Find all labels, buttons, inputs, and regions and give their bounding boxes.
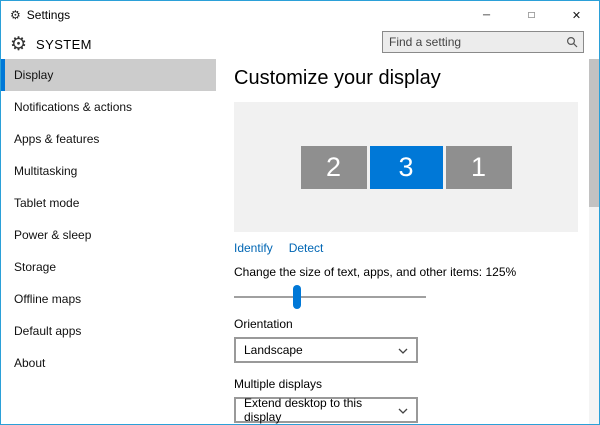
page-title: SYSTEM [36, 37, 92, 52]
system-gear-icon: ⚙ [10, 35, 27, 54]
multiple-displays-dropdown[interactable]: Extend desktop to this display [234, 397, 418, 423]
scale-slider[interactable] [234, 285, 426, 309]
search-input[interactable] [383, 35, 561, 49]
scrollbar[interactable] [589, 59, 599, 424]
sidebar-item-offline-maps[interactable]: Offline maps [1, 283, 216, 315]
sidebar-item-notifications[interactable]: Notifications & actions [1, 91, 216, 123]
sidebar-item-multitasking[interactable]: Multitasking [1, 155, 216, 187]
orientation-dropdown[interactable]: Landscape [234, 337, 418, 363]
page-header: ⚙ SYSTEM [1, 29, 599, 59]
window-controls: ─ □ ✕ [464, 1, 599, 29]
settings-gear-icon: ⚙ [10, 8, 21, 22]
sidebar-item-default-apps[interactable]: Default apps [1, 315, 216, 347]
close-button[interactable]: ✕ [554, 1, 599, 29]
search-box[interactable] [382, 31, 584, 53]
orientation-label: Orientation [234, 317, 599, 331]
maximize-button[interactable]: □ [509, 1, 554, 29]
chevron-down-icon [398, 403, 408, 417]
main-content: Customize your display 2 3 1 Identify De… [216, 59, 599, 424]
monitor-2[interactable]: 2 [301, 146, 367, 189]
search-icon[interactable] [561, 36, 583, 48]
body-area: Display Notifications & actions Apps & f… [1, 59, 599, 424]
monitor-3[interactable]: 3 [370, 146, 443, 189]
detect-link[interactable]: Detect [289, 241, 324, 255]
window-title: Settings [27, 8, 70, 22]
sidebar-item-about[interactable]: About [1, 347, 216, 379]
chevron-down-icon [398, 343, 408, 357]
monitor-links: Identify Detect [234, 241, 599, 255]
multiple-displays-value: Extend desktop to this display [244, 396, 398, 424]
titlebar: ⚙ Settings ─ □ ✕ [1, 1, 599, 29]
sidebar: Display Notifications & actions Apps & f… [1, 59, 216, 424]
identify-link[interactable]: Identify [234, 241, 273, 255]
content-heading: Customize your display [234, 67, 599, 90]
slider-thumb[interactable] [293, 285, 301, 309]
sidebar-item-power-sleep[interactable]: Power & sleep [1, 219, 216, 251]
sidebar-item-tablet-mode[interactable]: Tablet mode [1, 187, 216, 219]
scale-label: Change the size of text, apps, and other… [234, 265, 599, 279]
monitor-arrangement-panel: 2 3 1 [234, 102, 578, 232]
sidebar-item-storage[interactable]: Storage [1, 251, 216, 283]
multiple-displays-label: Multiple displays [234, 377, 599, 391]
titlebar-left: ⚙ Settings [1, 8, 464, 22]
settings-window: ⚙ Settings ─ □ ✕ ⚙ SYSTEM Display Notifi… [0, 0, 600, 425]
orientation-value: Landscape [244, 343, 303, 357]
sidebar-item-display[interactable]: Display [1, 59, 216, 91]
minimize-button[interactable]: ─ [464, 1, 509, 29]
monitor-1[interactable]: 1 [446, 146, 512, 189]
scrollbar-thumb[interactable] [589, 59, 599, 207]
sidebar-item-apps-features[interactable]: Apps & features [1, 123, 216, 155]
slider-track[interactable] [234, 296, 426, 298]
